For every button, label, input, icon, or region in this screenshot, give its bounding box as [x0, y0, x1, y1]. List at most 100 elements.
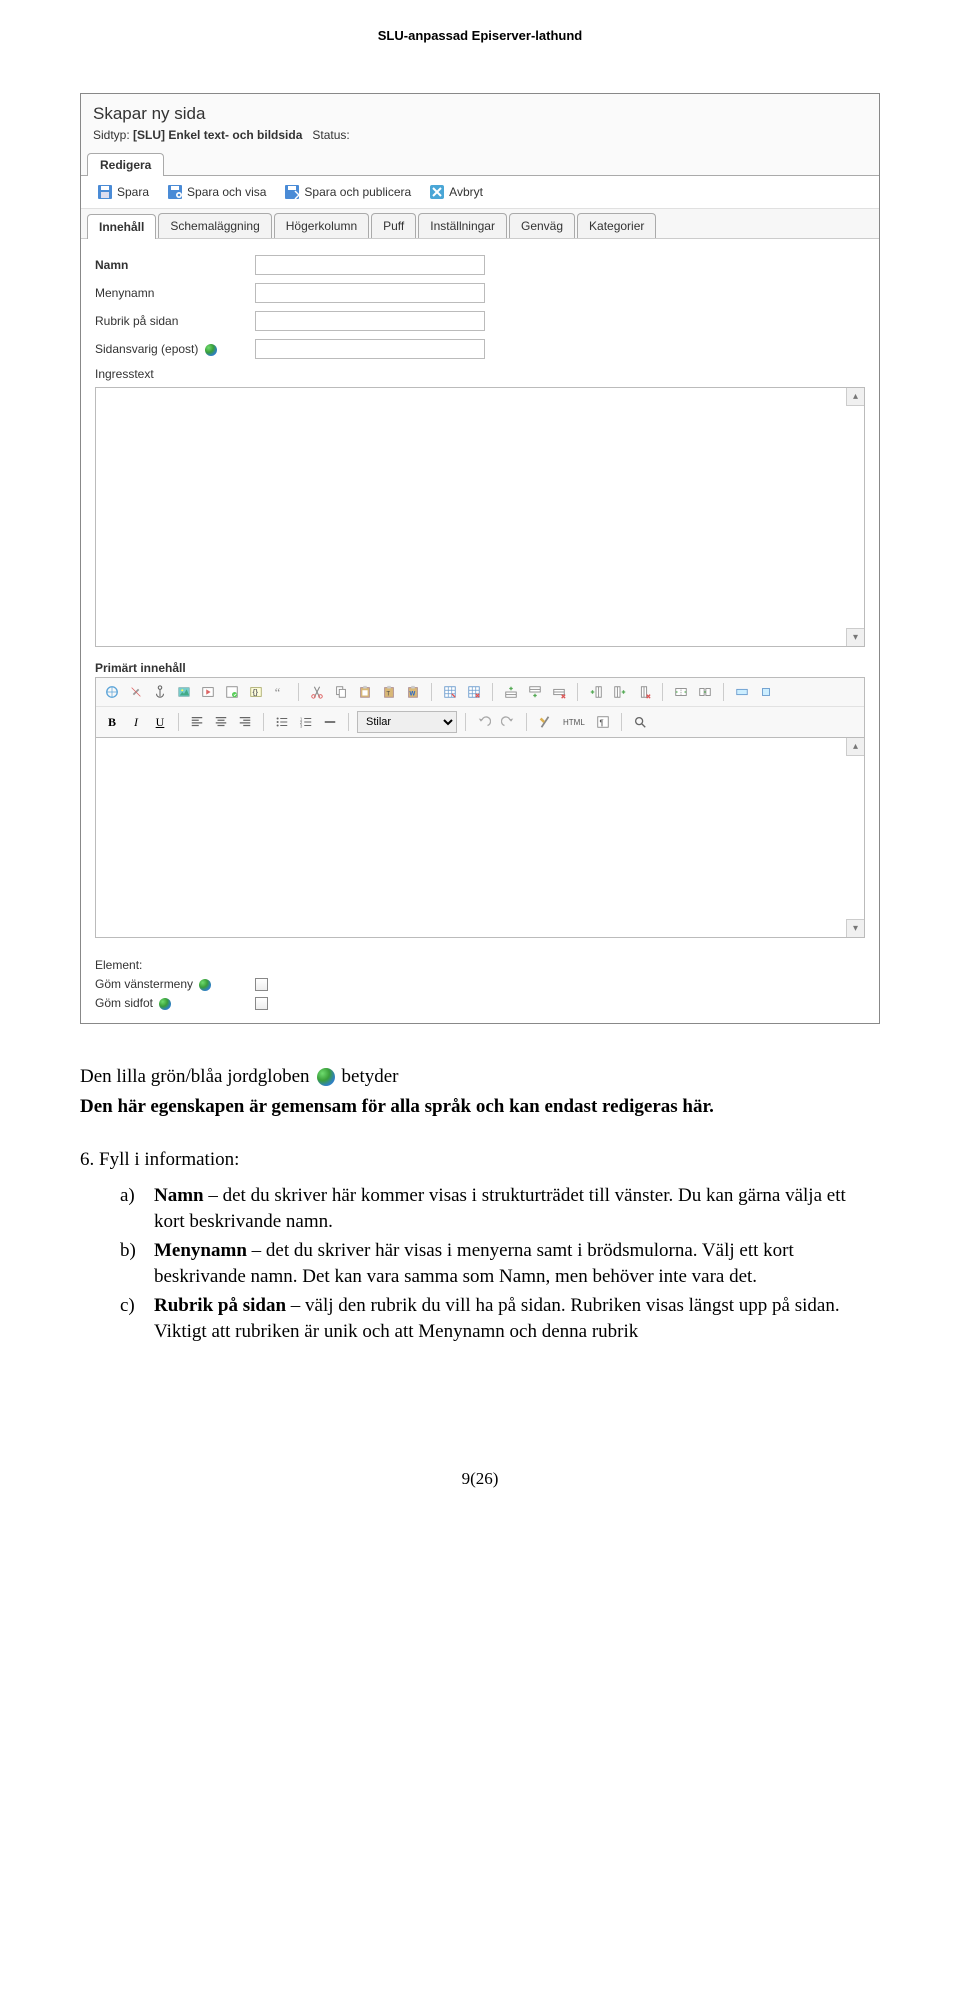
separator: [621, 713, 622, 731]
subtab-hogerkolumn[interactable]: Högerkolumn: [274, 213, 369, 238]
input-menynamn[interactable]: [255, 283, 485, 303]
save-publish-button[interactable]: Spara och publicera: [278, 182, 417, 202]
label-sidansvarig: Sidansvarig (epost): [95, 342, 198, 356]
italic-icon[interactable]: I: [126, 712, 146, 732]
dynamic-content-icon[interactable]: [222, 682, 242, 702]
save-button[interactable]: Spara: [91, 182, 155, 202]
col-delete-icon[interactable]: [634, 682, 654, 702]
merge-cells-icon[interactable]: [695, 682, 715, 702]
cut-icon[interactable]: [307, 682, 327, 702]
separator: [298, 683, 299, 701]
globe-icon: [159, 998, 171, 1010]
checkbox-gom-vanstermeny[interactable]: [255, 978, 268, 991]
save-label: Spara: [117, 185, 149, 199]
label-menynamn: Menynamn: [95, 286, 154, 300]
special-char-icon[interactable]: ¶: [593, 712, 613, 732]
svg-text:W: W: [410, 691, 416, 698]
insert-link-icon[interactable]: [102, 682, 122, 702]
svg-text:“: “: [275, 685, 280, 699]
col-before-icon[interactable]: [586, 682, 606, 702]
bullet-list-icon[interactable]: [272, 712, 292, 732]
svg-text:¶: ¶: [599, 719, 603, 728]
bold-icon[interactable]: B: [102, 712, 122, 732]
svg-text:{}: {}: [253, 690, 259, 697]
table-cell-props-icon[interactable]: [756, 682, 776, 702]
redo-icon[interactable]: [498, 712, 518, 732]
step-a-bold: Namn: [154, 1185, 204, 1206]
globe-icon: [205, 344, 217, 356]
col-after-icon[interactable]: [610, 682, 630, 702]
scroll-down-icon[interactable]: ▾: [846, 628, 864, 646]
hr-icon[interactable]: [320, 712, 340, 732]
paste-icon[interactable]: [355, 682, 375, 702]
row-before-icon[interactable]: [501, 682, 521, 702]
anchor-icon[interactable]: [150, 682, 170, 702]
separator: [263, 713, 264, 731]
separator: [492, 683, 493, 701]
image-icon[interactable]: [174, 682, 194, 702]
quote-icon[interactable]: “: [270, 682, 290, 702]
copy-icon[interactable]: [331, 682, 351, 702]
paste-word-icon[interactable]: W: [403, 682, 423, 702]
split-cells-icon[interactable]: [671, 682, 691, 702]
subtab-installningar[interactable]: Inställningar: [418, 213, 507, 238]
remove-format-icon[interactable]: [535, 712, 555, 732]
cancel-button[interactable]: Avbryt: [423, 182, 489, 202]
input-namn[interactable]: [255, 255, 485, 275]
checkbox-gom-sidfot[interactable]: [255, 997, 268, 1010]
paste-text-icon[interactable]: T: [379, 682, 399, 702]
separator: [662, 683, 663, 701]
ingresstext-editor[interactable]: ▴ ▾: [95, 387, 865, 647]
align-center-icon[interactable]: [211, 712, 231, 732]
underline-icon[interactable]: U: [150, 712, 170, 732]
status-label: Status:: [312, 128, 349, 142]
scroll-up-icon[interactable]: ▴: [846, 388, 864, 406]
primary-editor[interactable]: ▴ ▾: [95, 738, 865, 938]
media-icon[interactable]: [198, 682, 218, 702]
cancel-icon: [429, 184, 445, 200]
page-number: 9(26): [0, 1349, 960, 1519]
scroll-down-icon[interactable]: ▾: [846, 919, 864, 937]
subtab-schemalaggning[interactable]: Schemaläggning: [158, 213, 271, 238]
label-gom-vanstermeny: Göm vänstermeny: [95, 977, 193, 991]
row-after-icon[interactable]: [525, 682, 545, 702]
unlink-icon[interactable]: [126, 682, 146, 702]
row-delete-icon[interactable]: [549, 682, 569, 702]
subtab-kategorier[interactable]: Kategorier: [577, 213, 656, 238]
step-b-bold: Menynamn: [154, 1240, 247, 1261]
align-left-icon[interactable]: [187, 712, 207, 732]
numbered-list-icon[interactable]: 123: [296, 712, 316, 732]
save-publish-icon: [284, 184, 300, 200]
undo-icon[interactable]: [474, 712, 494, 732]
editor-title: Skapar ny sida: [81, 94, 879, 126]
save-view-button[interactable]: Spara och visa: [161, 182, 272, 202]
editor-screenshot: Skapar ny sida Sidtyp: [SLU] Enkel text-…: [80, 93, 880, 1024]
instruction-text: Den lilla grön/blåa jordgloben betyder D…: [80, 1064, 880, 1345]
subtab-innehall[interactable]: Innehåll: [87, 214, 156, 239]
svg-text:T: T: [386, 691, 390, 698]
table-icon[interactable]: [440, 682, 460, 702]
subtab-puff[interactable]: Puff: [371, 213, 416, 238]
input-sidansvarig[interactable]: [255, 339, 485, 359]
search-icon[interactable]: [630, 712, 650, 732]
subtab-genvag[interactable]: Genväg: [509, 213, 575, 238]
input-rubrik[interactable]: [255, 311, 485, 331]
table-delete-icon[interactable]: [464, 682, 484, 702]
step-c-bold: Rubrik på sidan: [154, 1295, 286, 1316]
align-right-icon[interactable]: [235, 712, 255, 732]
html-icon[interactable]: HTML: [559, 712, 589, 732]
styles-select[interactable]: Stilar: [357, 711, 457, 733]
save-view-icon: [167, 184, 183, 200]
sidtyp-value: [SLU] Enkel text- och bildsida: [133, 128, 302, 142]
save-view-label: Spara och visa: [187, 185, 266, 199]
code-block-icon[interactable]: {}: [246, 682, 266, 702]
step-c-text2: Viktigt att rubriken är unik och att Men…: [154, 1321, 638, 1342]
separator: [465, 713, 466, 731]
label-namn: Namn: [95, 258, 128, 272]
p1-a: Den lilla grön/blåa jordgloben: [80, 1064, 310, 1090]
subtab-row: Innehåll Schemaläggning Högerkolumn Puff…: [81, 209, 879, 239]
tab-redigera[interactable]: Redigera: [87, 153, 164, 176]
scroll-up-icon[interactable]: ▴: [846, 738, 864, 756]
table-row-props-icon[interactable]: [732, 682, 752, 702]
p1-b: betyder: [342, 1064, 399, 1090]
